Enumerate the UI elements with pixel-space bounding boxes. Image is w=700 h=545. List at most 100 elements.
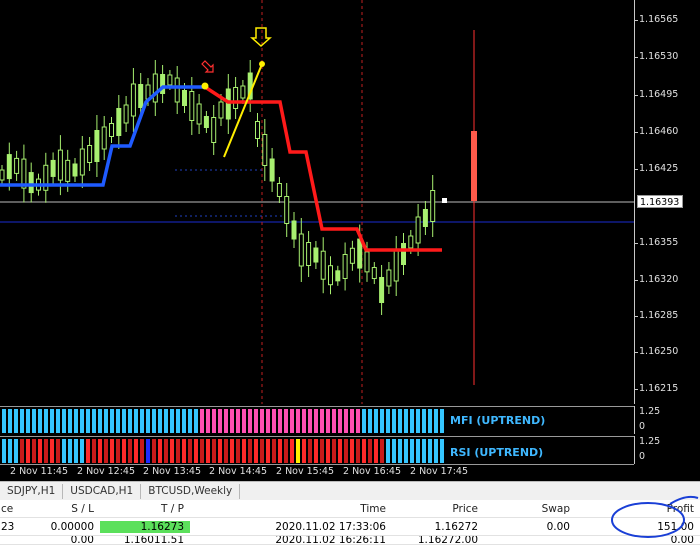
candle-body <box>408 235 414 249</box>
mfi-bar <box>206 409 210 433</box>
mfi-bar <box>266 409 270 433</box>
cell-current-price: 1.16272 <box>434 520 478 533</box>
mfi-bar <box>302 409 306 433</box>
candle-body <box>6 154 12 180</box>
mfi-bar <box>86 409 90 433</box>
candle-body <box>306 242 312 267</box>
tab-btcusd-weekly[interactable]: BTCUSD,Weekly <box>141 483 241 499</box>
mfi-indicator-panel[interactable]: MFI (UPTREND) <box>0 406 634 434</box>
candle-body <box>72 163 78 177</box>
mfi-bar <box>122 409 126 433</box>
mfi-bar <box>164 409 168 433</box>
mfi-label: MFI (UPTREND) <box>450 414 546 427</box>
rsi-bar <box>218 439 222 463</box>
cell-sl: 0.00 <box>70 536 94 545</box>
down-arrow-icon <box>201 60 214 73</box>
rsi-bar <box>248 439 252 463</box>
rsi-bar <box>326 439 330 463</box>
time-tick-label: 2 Nov 12:45 <box>77 466 136 477</box>
rsi-indicator-panel[interactable]: RSI (UPTREND) <box>0 436 634 464</box>
cell-profit: 151.00 <box>657 520 694 533</box>
candle-body <box>342 253 348 279</box>
price-tick <box>635 389 638 390</box>
signal-dot <box>201 82 209 90</box>
rsi-bar <box>98 439 102 463</box>
col-price2-header[interactable]: Price <box>392 503 484 515</box>
candle-body <box>116 108 122 136</box>
mfi-bar <box>200 409 204 433</box>
candle-body <box>393 250 399 282</box>
candle-body <box>189 91 195 121</box>
mfi-bar <box>26 409 30 433</box>
rsi-bar <box>104 439 108 463</box>
candle-body <box>298 233 304 267</box>
table-row[interactable]: 0.00 1.16011.51 2020.11.02 16:26:11 1.16… <box>0 536 700 545</box>
candle-body <box>422 209 428 227</box>
rsi-bar <box>386 439 390 463</box>
time-tick-label: 2 Nov 11:45 <box>10 466 69 477</box>
mfi-bar <box>188 409 192 433</box>
rsi-bar <box>236 439 240 463</box>
col-sl-header[interactable]: S / L <box>28 503 100 515</box>
candle-body <box>101 126 107 150</box>
rsi-bar <box>62 439 66 463</box>
supertrend-down-line <box>204 85 442 252</box>
mfi-bar <box>68 409 72 433</box>
rsi-bar <box>314 439 318 463</box>
rsi-bar <box>14 439 18 463</box>
main-chart[interactable] <box>0 0 634 404</box>
candle-body <box>379 277 385 303</box>
cell-time: 2020.11.02 16:26:11 <box>275 536 386 545</box>
rsi-bar <box>242 439 246 463</box>
tab-usdjpy-h1[interactable]: SDJPY,H1 <box>0 483 64 499</box>
candle-body <box>203 116 209 128</box>
rsi-bar <box>188 439 192 463</box>
mfi-bar <box>194 409 198 433</box>
mfi-bar <box>2 409 6 433</box>
rsi-bar <box>428 439 432 463</box>
cell-swap: 0.00 <box>546 520 570 533</box>
candle-body <box>415 216 421 244</box>
mfi-bar <box>338 409 342 433</box>
rsi-bar <box>176 439 180 463</box>
table-row[interactable]: 23 0.00000 1.16273 2020.11.02 17:33:06 1… <box>0 518 700 536</box>
col-swap-header[interactable]: Swap <box>484 503 576 515</box>
candle-body <box>401 243 406 265</box>
rsi-axis-max: 1.25 <box>639 436 661 447</box>
rsi-bar <box>122 439 126 463</box>
mfi-bar <box>434 409 438 433</box>
col-price-header[interactable]: ce <box>0 503 28 515</box>
candle-body <box>386 269 392 287</box>
price-tick-label: 1.16285 <box>639 310 679 321</box>
rsi-bar <box>398 439 402 463</box>
cell-sl: 0.00000 <box>50 520 94 533</box>
mfi-bar <box>404 409 408 433</box>
candle-body <box>335 270 341 282</box>
col-time-header[interactable]: Time <box>190 503 392 515</box>
col-profit-header[interactable]: Profit <box>576 503 700 515</box>
candle-body <box>276 183 282 197</box>
rsi-bar <box>182 439 186 463</box>
mfi-bar <box>422 409 426 433</box>
candle-body <box>320 250 326 280</box>
tab-usdcad-h1[interactable]: USDCAD,H1 <box>63 483 142 499</box>
price-tick <box>635 352 638 353</box>
rsi-bar <box>8 439 12 463</box>
mfi-bar <box>218 409 222 433</box>
rsi-bar <box>110 439 114 463</box>
rsi-bar <box>200 439 204 463</box>
price-tick-label: 1.16355 <box>639 237 679 248</box>
rsi-bar <box>320 439 324 463</box>
mfi-bar <box>32 409 36 433</box>
rsi-bar <box>158 439 162 463</box>
col-tp-header[interactable]: T / P <box>100 503 190 515</box>
rsi-bar <box>368 439 372 463</box>
rsi-bar <box>374 439 378 463</box>
mfi-bar <box>350 409 354 433</box>
rsi-axis-min: 0 <box>639 451 646 462</box>
cell-price: 23 <box>1 520 15 533</box>
rsi-bar <box>410 439 414 463</box>
cell-tp: 1.16273 <box>100 520 190 533</box>
rsi-bar <box>152 439 156 463</box>
candle-body <box>130 83 136 117</box>
